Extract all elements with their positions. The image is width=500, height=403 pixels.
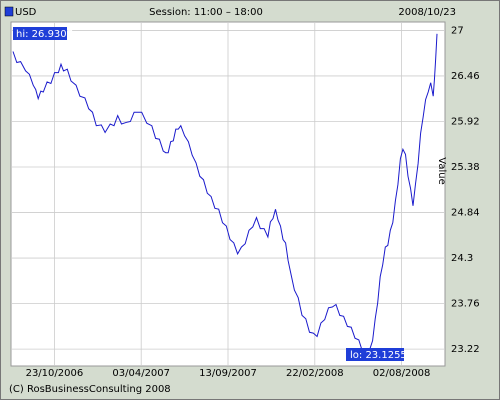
y-axis-title: Value	[436, 157, 447, 184]
session-label: Session: 11:00 – 18:00	[149, 7, 263, 18]
x-tick-label: 03/04/2007	[112, 368, 170, 379]
y-tick-label: 27	[451, 25, 464, 36]
x-tick-label: 13/09/2007	[199, 368, 257, 379]
x-tick-label: 02/08/2008	[373, 368, 431, 379]
copyright: (C) RosBusinessConsulting 2008	[9, 384, 171, 395]
lo-flag-label: lo: 23.1255	[350, 350, 407, 361]
y-tick-label: 25.92	[451, 116, 480, 127]
currency-line-chart: USD Session: 11:00 – 18:00 2008/10/23 23…	[4, 6, 480, 395]
x-tick-label: 22/02/2008	[286, 368, 344, 379]
y-tick-label: 26.46	[451, 71, 480, 82]
y-axis: 23.22 23.76 24.3 24.84 25.38 25.92 26.46 27	[451, 25, 480, 355]
y-tick-label: 23.76	[451, 299, 480, 310]
x-axis: 23/10/2006 03/04/2007 13/09/2007 22/02/2008…	[26, 368, 431, 379]
y-tick-label: 23.22	[451, 344, 480, 355]
y-tick-label: 24.3	[451, 253, 473, 264]
y-tick-label: 24.84	[451, 208, 480, 219]
date-label: 2008/10/23	[398, 7, 456, 18]
y-tick-label: 25.38	[451, 162, 480, 173]
legend-swatch	[4, 6, 14, 17]
chart-frame: USD Session: 11:00 – 18:00 2008/10/23 23…	[0, 0, 500, 400]
hi-flag-label: hi: 26.9307	[16, 29, 73, 40]
x-tick-label: 23/10/2006	[26, 368, 84, 379]
legend-label: USD	[15, 7, 37, 18]
